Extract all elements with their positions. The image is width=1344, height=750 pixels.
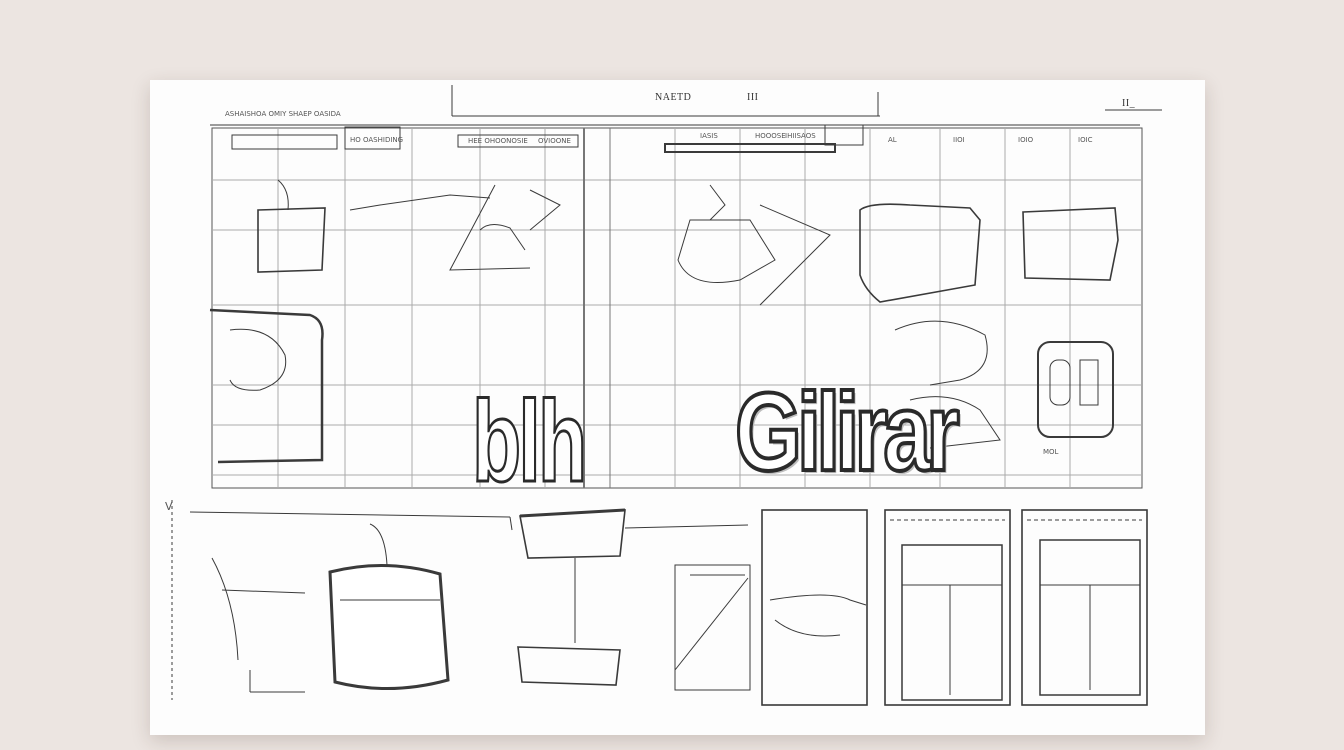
big-word-lettering: Gilirar xyxy=(733,371,961,494)
header-title: NAETD xyxy=(655,92,692,103)
column-label: IHIISAOS xyxy=(785,132,816,140)
sketch-sheet: NAETD III II_ ASHAISHOA OMIY SHAEP OASID… xyxy=(150,80,1205,735)
left-fragment-lettering: blh xyxy=(471,378,588,506)
header-code: III xyxy=(747,92,759,103)
column-label: IIOI xyxy=(953,136,965,144)
column-label: IOIO xyxy=(1018,136,1034,144)
small-tag: MOL xyxy=(1043,448,1059,456)
field-label: HO OASHIDING xyxy=(350,136,404,144)
corner-mark: II_ xyxy=(1122,98,1136,109)
footer-mark: V xyxy=(165,500,173,513)
column-label: HOOOSE xyxy=(755,132,786,140)
column-label: IASIS xyxy=(700,132,718,140)
field-label: HEE OHOONOSIE xyxy=(468,137,528,145)
sketch-drawing xyxy=(171,85,1162,706)
column-label: AL xyxy=(888,136,897,144)
top-left-caption: ASHAISHOA OMIY SHAEP OASIDA xyxy=(225,110,341,118)
column-label: IOIC xyxy=(1078,136,1093,144)
field-label: OVIOONE xyxy=(538,137,571,145)
